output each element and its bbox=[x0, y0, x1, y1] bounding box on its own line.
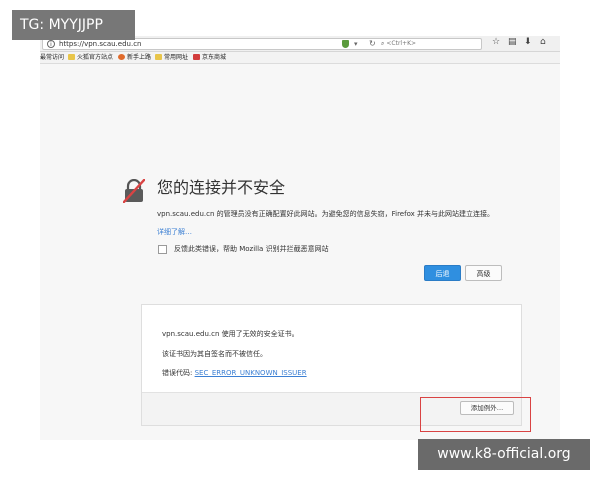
bookmark-item[interactable]: 常用网址 bbox=[155, 52, 188, 63]
bookmarks-toolbar: 最常访问 火狐官方站点 新手上路 常用网址 京东商城 bbox=[40, 52, 560, 64]
bookmark-star-icon[interactable]: ☆ bbox=[492, 37, 500, 48]
error-title: 您的连接并不安全 bbox=[157, 178, 286, 197]
highlight-annotation bbox=[420, 397, 531, 432]
report-label: 反馈此类错误，帮助 Mozilla 识别并拦截恶意网站 bbox=[174, 245, 329, 253]
url-text[interactable]: https://vpn.scau.edu.cn bbox=[59, 39, 141, 49]
site-info-icon[interactable]: i bbox=[47, 40, 55, 48]
error-description: vpn.scau.edu.cn 的管理员没有正确配置好此网站。为避免您的信息失窃… bbox=[157, 210, 495, 218]
go-back-button[interactable]: 后退 bbox=[424, 265, 461, 281]
bookmark-item[interactable]: 京东商城 bbox=[193, 52, 226, 63]
folder-icon bbox=[68, 54, 75, 60]
bookmark-item[interactable]: 新手上路 bbox=[118, 52, 151, 63]
reload-icon[interactable]: ↻ bbox=[369, 39, 376, 49]
shield-icon[interactable] bbox=[342, 40, 349, 48]
folder-icon bbox=[155, 54, 162, 60]
error-code-row: 错误代码: SEC_ERROR_UNKNOWN_ISSUER bbox=[162, 368, 307, 378]
tg-badge: TG: MYYJJPP bbox=[12, 10, 135, 40]
firefox-icon bbox=[118, 54, 125, 60]
bookmark-item[interactable]: 火狐官方站点 bbox=[68, 52, 113, 63]
error-code-label: 错误代码: bbox=[162, 369, 193, 377]
library-icon[interactable]: ▤ bbox=[508, 37, 517, 48]
bookmark-item[interactable]: 最常访问 bbox=[40, 52, 64, 63]
learn-more-link[interactable]: 详细了解… bbox=[157, 227, 192, 237]
error-code-link[interactable]: SEC_ERROR_UNKNOWN_ISSUER bbox=[195, 369, 307, 377]
dropdown-arrow-icon[interactable]: ▾ bbox=[354, 39, 358, 49]
home-icon[interactable]: ⌂ bbox=[540, 37, 546, 48]
search-icon: ⌕ bbox=[381, 40, 385, 47]
browser-window: i https://vpn.scau.edu.cn ▾ ↻ ⌕ <Ctrl+K> … bbox=[40, 36, 560, 440]
report-checkbox[interactable] bbox=[158, 245, 167, 254]
download-icon[interactable]: ⬇ bbox=[524, 37, 532, 48]
broken-lock-icon bbox=[123, 179, 145, 203]
invalid-cert-text: vpn.scau.edu.cn 使用了无效的安全证书。 bbox=[162, 330, 299, 338]
watermark: www.k8-official.org bbox=[418, 439, 590, 470]
self-signed-text: 该证书因为其自签名而不被信任。 bbox=[162, 350, 267, 358]
search-placeholder: <Ctrl+K> bbox=[386, 40, 417, 47]
search-box[interactable]: ⌕ <Ctrl+K> bbox=[381, 39, 477, 49]
advanced-button[interactable]: 高级 bbox=[465, 265, 502, 281]
jd-icon bbox=[193, 54, 200, 60]
